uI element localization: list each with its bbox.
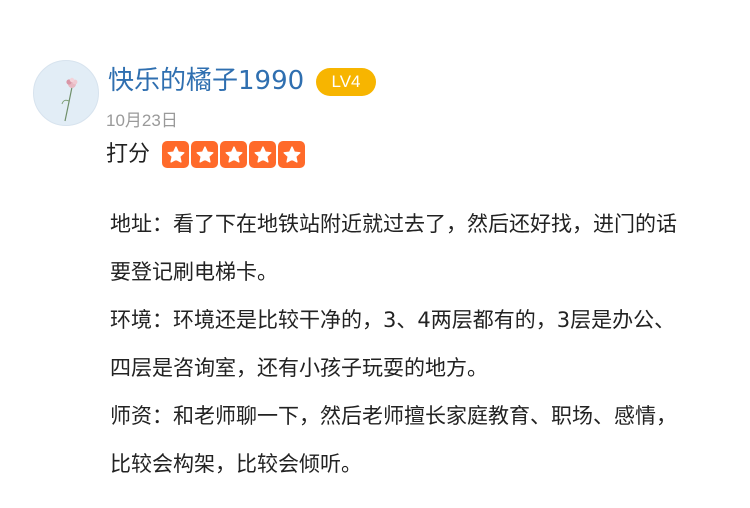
review-body: 地址：看了下在地铁站附近就过去了，然后还好找，进门的话要登记刷电梯卡。 环境：环… — [110, 200, 695, 488]
review-paragraph-teachers: 师资：和老师聊一下，然后老师擅长家庭教育、职场、感情，比较会构架，比较会倾听。 — [110, 404, 677, 476]
star-rating — [162, 141, 305, 168]
avatar[interactable] — [33, 60, 99, 126]
star-icon — [162, 141, 189, 168]
review-paragraph-address: 地址：看了下在地铁站附近就过去了，然后还好找，进门的话要登记刷电梯卡。 — [110, 212, 677, 284]
star-icon — [220, 141, 247, 168]
flower-avatar-icon — [61, 77, 78, 122]
level-badge: LV4 — [316, 68, 376, 96]
username[interactable]: 快乐的橘子1990 — [108, 64, 304, 98]
rating-label: 打分 — [106, 142, 151, 167]
review-date: 10月23日 — [106, 111, 178, 130]
star-icon — [191, 141, 218, 168]
review-paragraph-environment: 环境：环境还是比较干净的，3、4两层都有的，3层是办公、四层是咨询室，还有小孩子… — [110, 308, 676, 380]
star-icon — [249, 141, 276, 168]
star-icon — [278, 141, 305, 168]
